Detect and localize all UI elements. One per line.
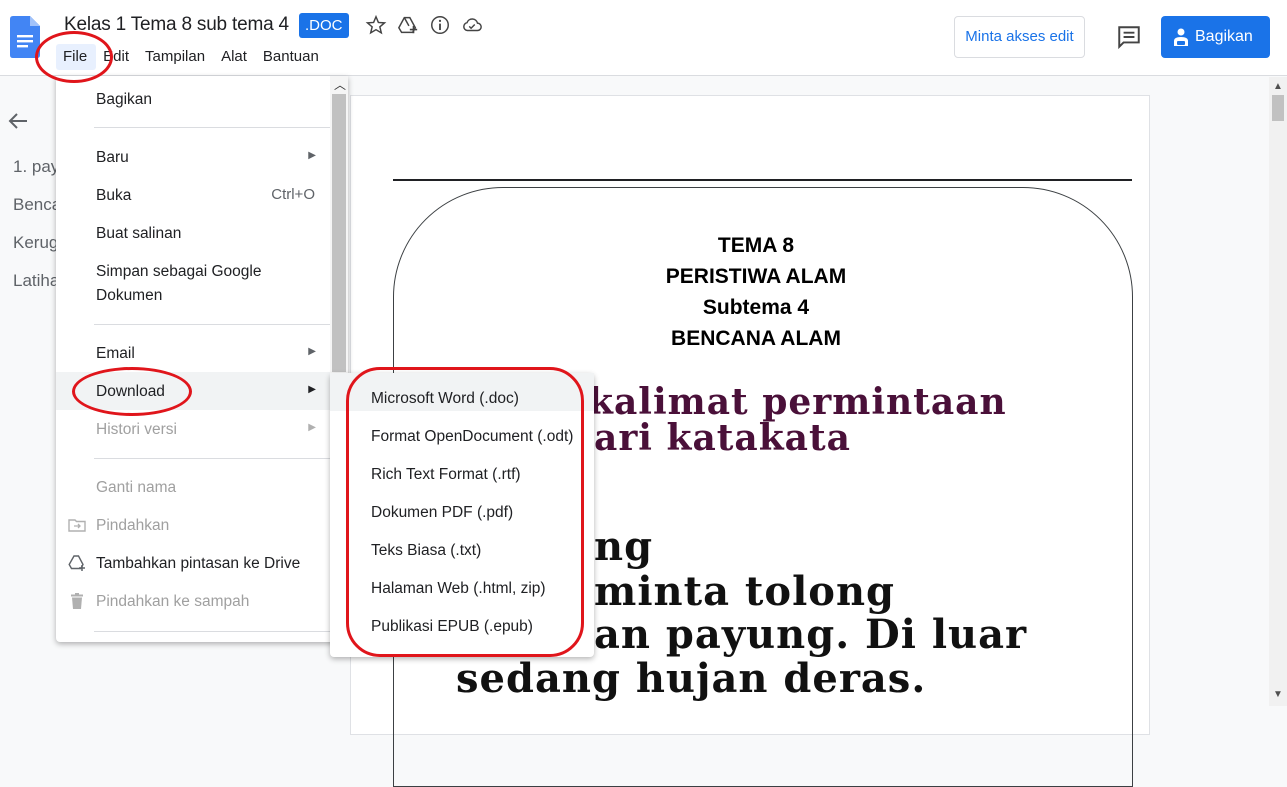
share-button[interactable]: Bagikan	[1161, 16, 1270, 58]
menu-view[interactable]: Tampilan	[138, 44, 214, 70]
submenu-item-label: Dokumen PDF (.pdf)	[371, 504, 514, 521]
file-format-badge: .DOC	[299, 13, 349, 38]
page-subtitle-line: ari katakata	[594, 417, 851, 459]
file-menu-email[interactable]: Email ▶	[56, 334, 330, 372]
submenu-arrow-icon: ▶	[308, 150, 316, 161]
page-scrollbar[interactable]: ▲ ▼	[1269, 77, 1287, 706]
download-odt-option[interactable]: Format OpenDocument (.odt)	[330, 411, 594, 449]
request-edit-access-button[interactable]: Minta akses edit	[954, 16, 1085, 58]
top-bar: Kelas 1 Tema 8 sub tema 4 .DOC File Edit…	[0, 0, 1287, 76]
google-docs-logo[interactable]	[10, 16, 40, 58]
menu-bar: File Edit Tampilan Alat Bantuan	[56, 44, 328, 70]
cloud-status-icon[interactable]	[461, 14, 483, 36]
menu-scrollbar-thumb[interactable]	[332, 94, 346, 372]
folder-move-icon	[68, 519, 86, 532]
menu-item-label: Buat salinan	[96, 225, 182, 242]
download-pdf-option[interactable]: Dokumen PDF (.pdf)	[330, 487, 594, 525]
menu-divider	[94, 458, 330, 459]
file-menu-move-to-trash: Pindahkan ke sampah	[56, 582, 330, 620]
download-docx-option[interactable]: Microsoft Word (.doc)	[330, 373, 594, 411]
menu-divider	[94, 127, 330, 128]
menu-file[interactable]: File	[56, 44, 97, 70]
menu-help[interactable]: Bantuan	[256, 44, 328, 70]
file-menu: Bagikan Baru ▶ Buka Ctrl+O Buat salinan …	[56, 76, 348, 642]
menu-item-label: Email	[96, 345, 135, 362]
submenu-item-label: Publikasi EPUB (.epub)	[371, 618, 533, 635]
submenu-arrow-icon: ▶	[308, 346, 316, 357]
page-body-line: ng	[594, 523, 654, 570]
page-heading-line: TEMA 8	[717, 234, 795, 257]
chevron-up-icon[interactable]: ︿	[334, 76, 346, 93]
page-heading-line: Subtema 4	[702, 296, 810, 319]
submenu-item-label: Halaman Web (.html, zip)	[371, 580, 546, 597]
trash-icon	[71, 593, 83, 609]
outline-item[interactable]: Benca	[13, 195, 61, 215]
download-epub-option[interactable]: Publikasi EPUB (.epub)	[330, 601, 594, 639]
download-html-option[interactable]: Halaman Web (.html, zip)	[330, 563, 594, 601]
file-menu-share[interactable]: Bagikan	[56, 80, 330, 118]
file-menu-open[interactable]: Buka Ctrl+O	[56, 176, 330, 214]
scroll-down-arrow-icon[interactable]: ▼	[1273, 689, 1283, 700]
submenu-item-label: Microsoft Word (.doc)	[371, 390, 519, 407]
back-arrow-icon[interactable]	[7, 110, 29, 132]
download-submenu: Microsoft Word (.doc) Format OpenDocumen…	[330, 373, 594, 657]
info-icon[interactable]	[429, 14, 451, 36]
file-menu-rename: Ganti nama	[56, 468, 330, 506]
file-menu-download[interactable]: Download ▶	[56, 372, 330, 410]
menu-item-label: Simpan sebagai Google	[96, 263, 262, 280]
menu-tools[interactable]: Alat	[214, 44, 256, 70]
outline-item[interactable]: 1. pay	[13, 157, 59, 177]
menu-divider	[94, 324, 330, 325]
scroll-up-arrow-icon[interactable]: ▲	[1273, 81, 1283, 92]
menu-divider	[94, 631, 330, 632]
menu-item-label: Pindahkan ke sampah	[96, 593, 250, 610]
submenu-item-label: Rich Text Format (.rtf)	[371, 466, 521, 483]
menu-item-label: Buka	[96, 187, 132, 204]
share-button-label: Bagikan	[1195, 28, 1253, 45]
menu-item-label: Histori versi	[96, 421, 177, 438]
horizontal-rule	[393, 179, 1132, 181]
submenu-arrow-icon: ▶	[308, 384, 316, 395]
file-menu-new[interactable]: Baru ▶	[56, 138, 330, 176]
outline-item[interactable]: Kerug	[13, 233, 58, 253]
download-txt-option[interactable]: Teks Biasa (.txt)	[330, 525, 594, 563]
submenu-item-label: Teks Biasa (.txt)	[371, 542, 482, 559]
file-menu-version-history: Histori versi ▶	[56, 410, 330, 448]
page-heading-line: PERISTIWA ALAM	[665, 265, 847, 288]
person-share-icon	[1174, 28, 1188, 46]
submenu-arrow-icon: ▶	[308, 422, 316, 433]
submenu-item-label: Format OpenDocument (.odt)	[371, 428, 574, 445]
star-icon[interactable]	[365, 14, 387, 36]
menu-item-label: Ganti nama	[96, 479, 177, 496]
add-to-drive-icon	[68, 555, 85, 571]
page-heading-line: BENCANA ALAM	[671, 327, 841, 350]
menu-item-label: Tambahkan pintasan ke Drive	[96, 555, 301, 572]
add-to-drive-icon[interactable]	[397, 14, 419, 36]
file-menu-move: Pindahkan	[56, 506, 330, 544]
document-title[interactable]: Kelas 1 Tema 8 sub tema 4	[64, 14, 289, 36]
menu-edit[interactable]: Edit	[96, 44, 138, 70]
page-body-line: an payung. Di luar	[594, 611, 1028, 658]
outline-item[interactable]: Latiha	[13, 271, 59, 291]
page-body-line: sedang hujan deras.	[456, 655, 927, 702]
comment-icon[interactable]	[1116, 24, 1142, 50]
menu-item-label: Bagikan	[96, 91, 153, 108]
scrollbar-thumb[interactable]	[1272, 95, 1284, 121]
page-body-line: minta tolong	[594, 568, 896, 615]
file-menu-make-copy[interactable]: Buat salinan	[56, 214, 330, 252]
menu-item-label: Download	[96, 383, 165, 400]
menu-item-label: Pindahkan	[96, 517, 170, 534]
menu-item-label: Dokumen	[96, 287, 163, 304]
keyboard-shortcut: Ctrl+O	[271, 186, 315, 203]
menu-item-label: Baru	[96, 149, 129, 166]
download-rtf-option[interactable]: Rich Text Format (.rtf)	[330, 449, 594, 487]
file-menu-add-shortcut-to-drive[interactable]: Tambahkan pintasan ke Drive	[56, 544, 330, 582]
file-menu-save-as-google-docs[interactable]: Simpan sebagai Google Dokumen	[56, 252, 330, 314]
